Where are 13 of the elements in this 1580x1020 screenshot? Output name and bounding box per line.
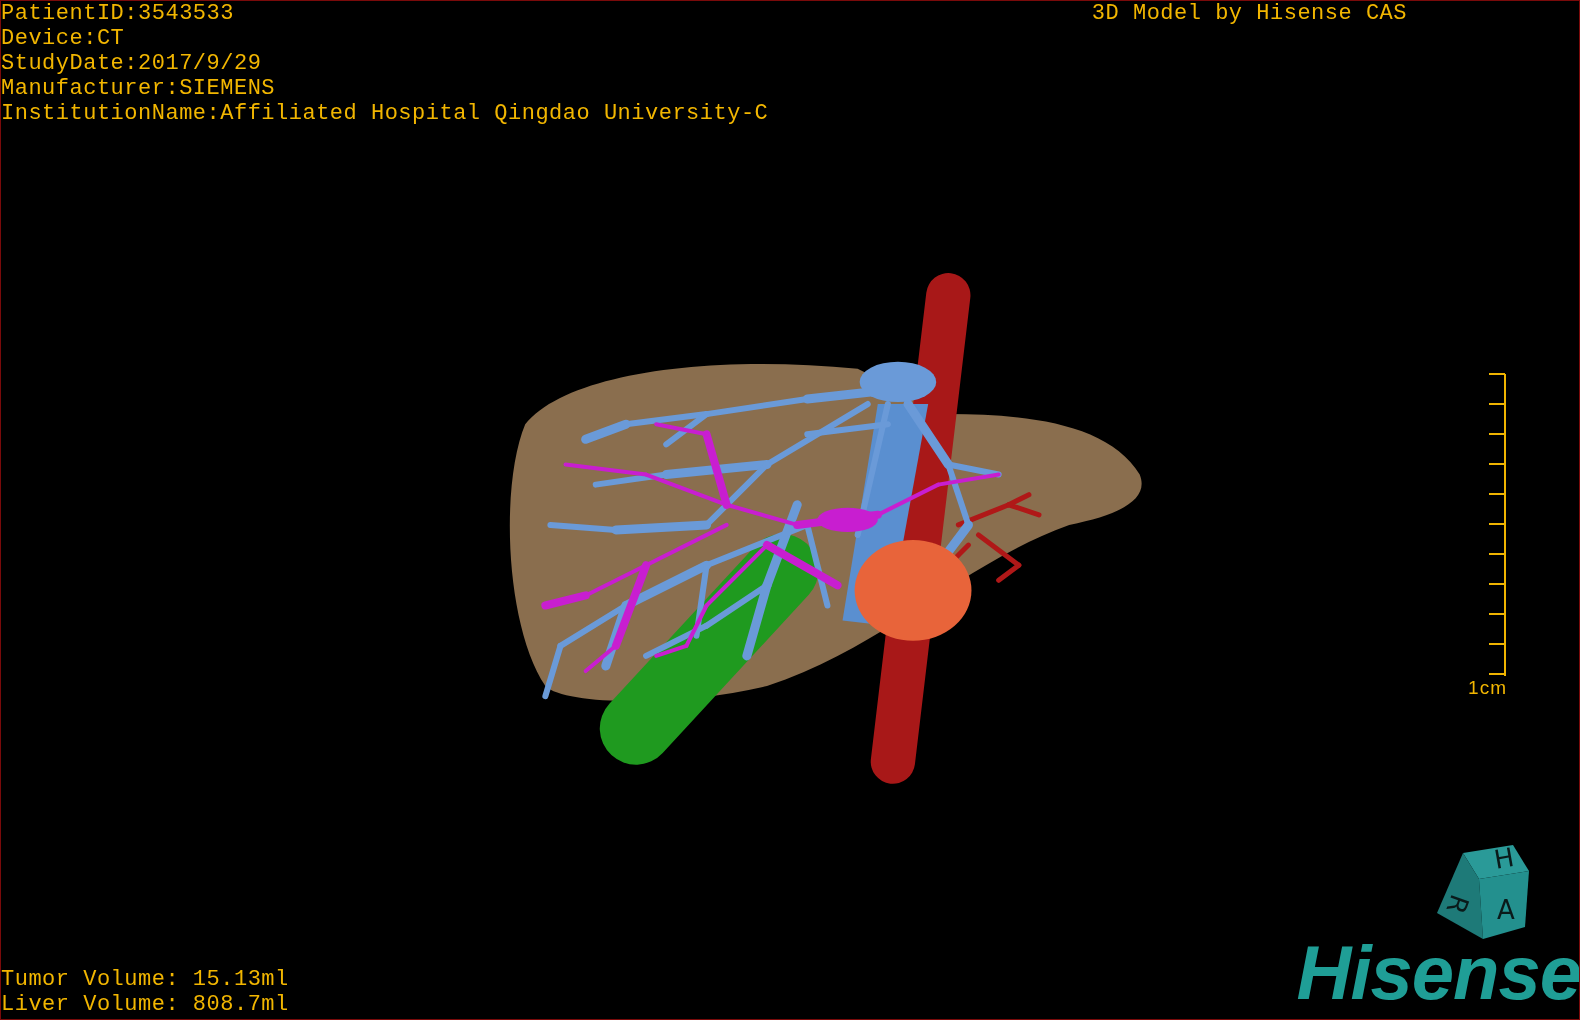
brand-logo: Hisense [1296,937,1579,1009]
viewer-title: 3D Model by Hisense CAS [1091,1,1407,26]
patient-info-line: PatientID:3543533 [1,1,235,26]
patient-info-line: StudyDate:2017/9/29 [1,51,263,76]
volume-readout: Tumor Volume: 15.13ml [1,967,289,992]
cube-face-label: A [1497,895,1515,925]
cube-face-label: H [1491,843,1517,875]
patient-info-line: InstitutionName:Affiliated Hospital Qingdao University-C [1,101,769,126]
patient-info-line: Manufacturer:SIEMENS [1,76,277,101]
patient-info-line: Device:CT [1,26,126,51]
scale-bar-label: 1cm [1468,677,1507,699]
volume-readout: Liver Volume: 808.7ml [1,992,289,1017]
cube-face-label: R [1440,890,1475,918]
